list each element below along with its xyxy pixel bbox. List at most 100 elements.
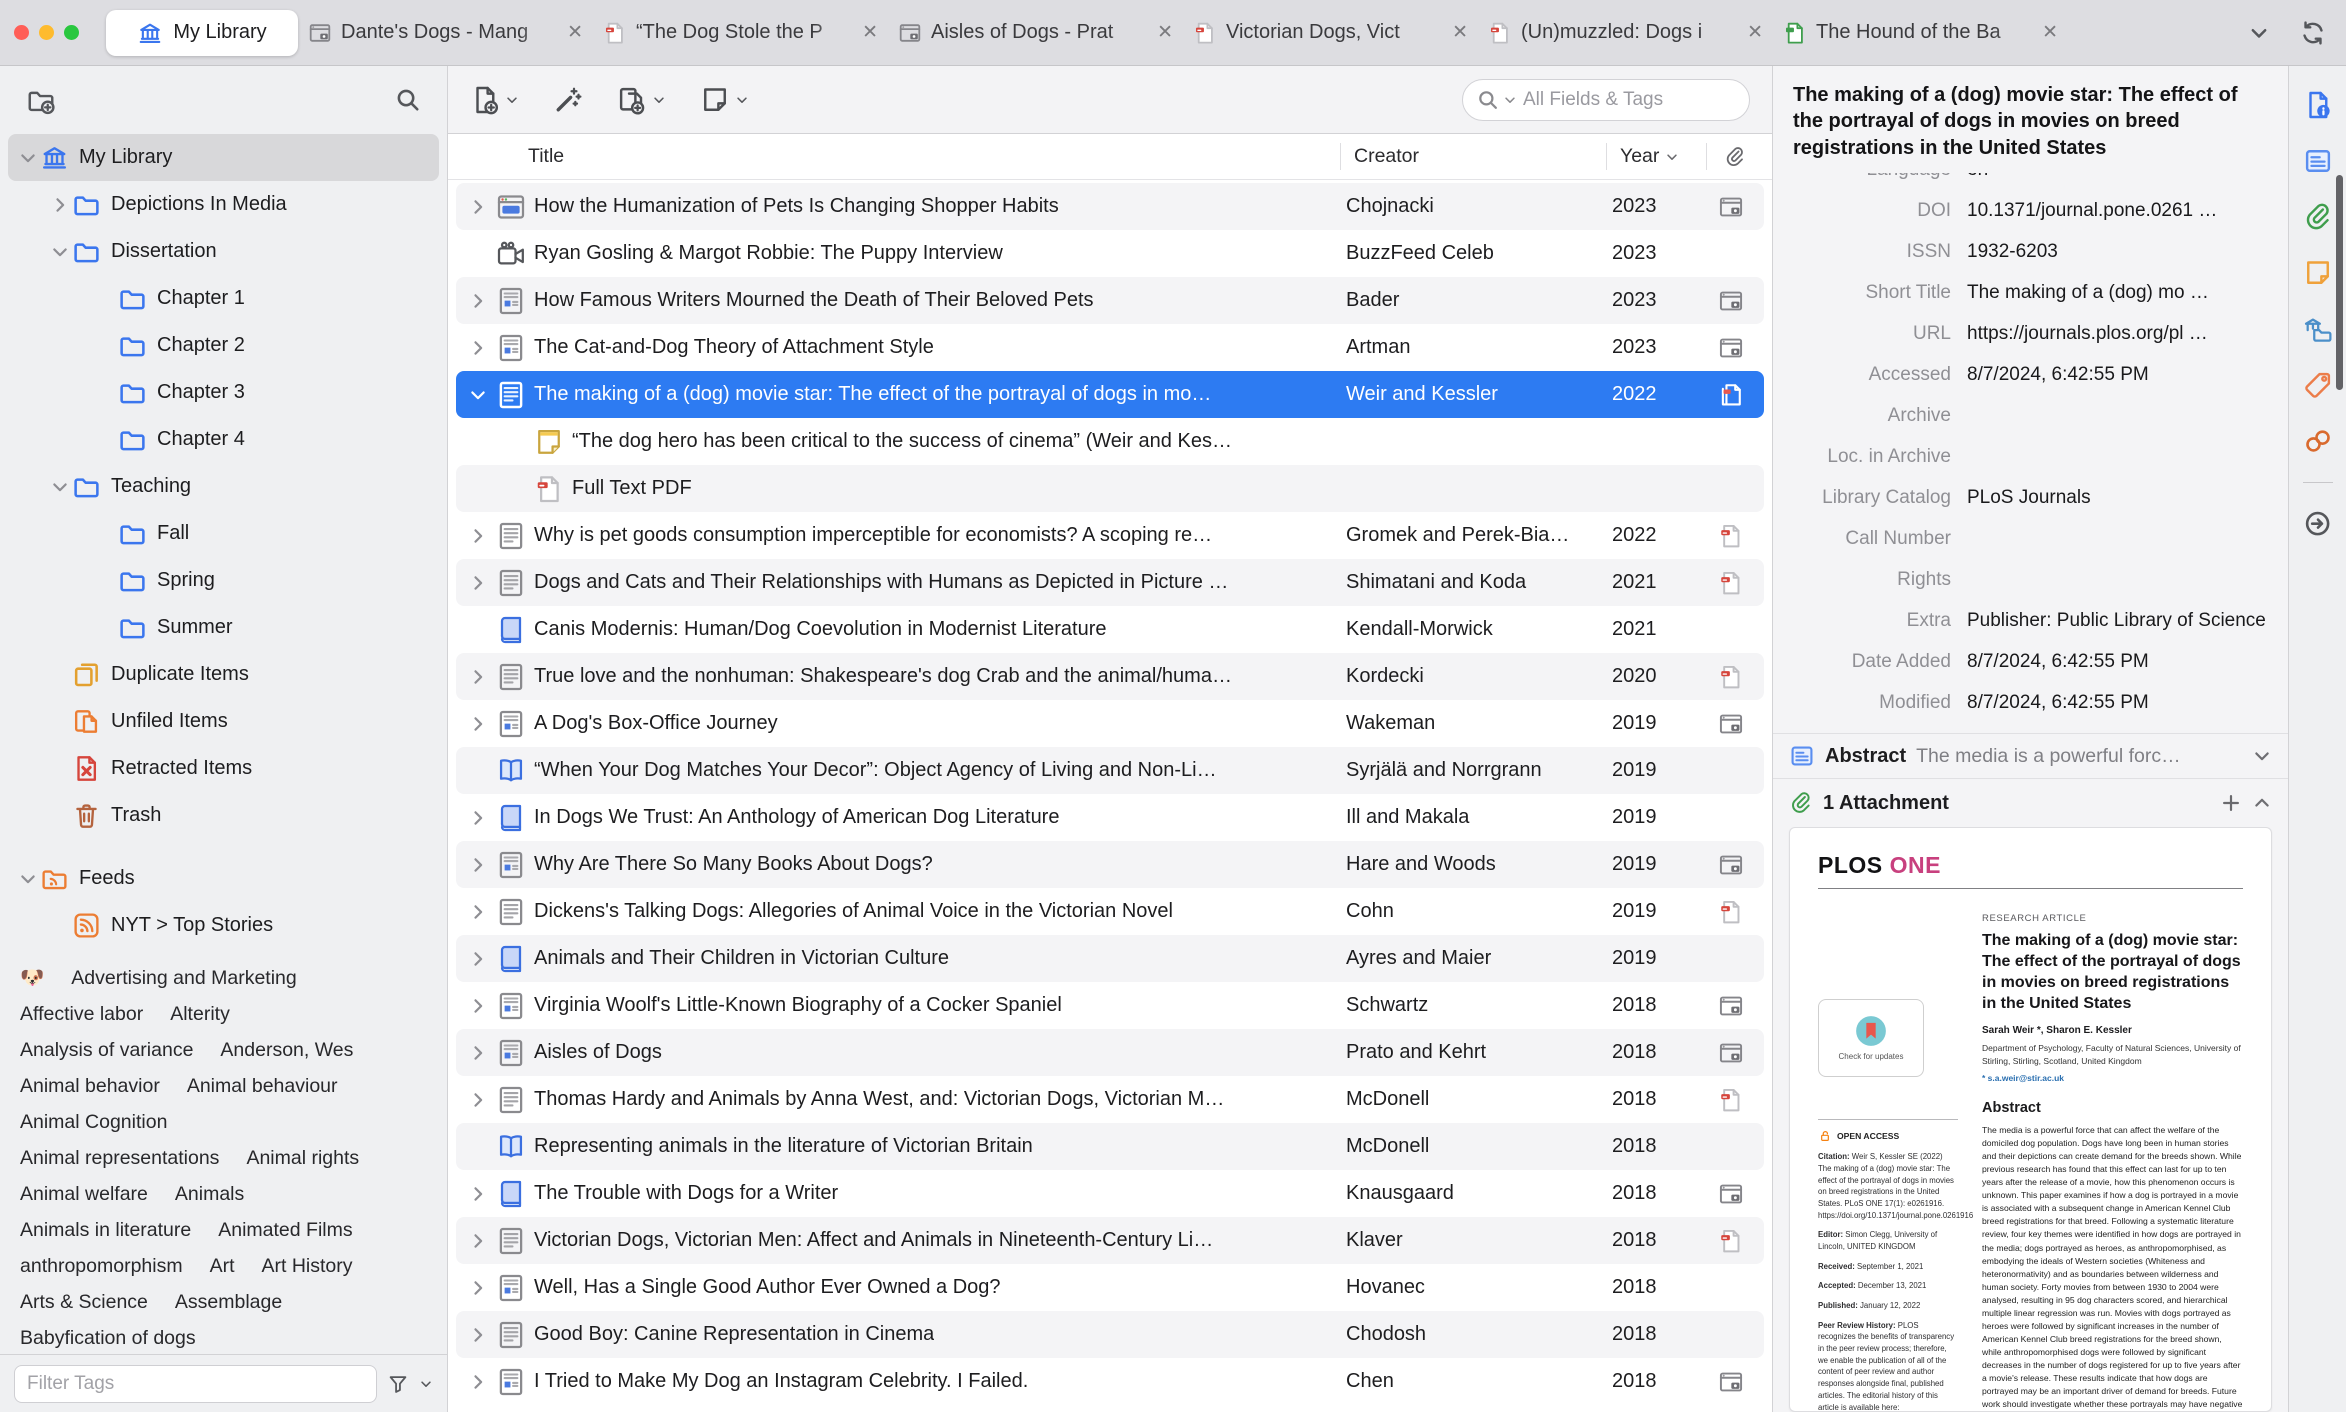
item-row-animals-and-their-children-in-victorian-[interactable]: Animals and Their Children in Victorian … — [456, 935, 1764, 982]
close-tab-icon[interactable]: ✕ — [567, 21, 583, 44]
close-tab-icon[interactable]: ✕ — [1157, 21, 1173, 44]
twisty-icon[interactable] — [468, 1184, 488, 1204]
field-rights[interactable]: Rights — [1773, 559, 2288, 600]
scrollbar-thumb[interactable] — [2336, 175, 2343, 390]
items-search-box[interactable] — [1462, 78, 1750, 121]
zoom-window-button[interactable] — [64, 25, 79, 40]
twisty-icon[interactable] — [468, 338, 488, 358]
twisty-icon[interactable] — [468, 996, 488, 1016]
collection-unfiled-items[interactable]: Unfiled Items — [8, 698, 439, 745]
tag-arts-science[interactable]: Arts & Science — [20, 1291, 148, 1313]
tag-art-history[interactable]: Art History — [262, 1255, 353, 1277]
tag-animal-rights[interactable]: Animal rights — [246, 1147, 359, 1169]
attachments-icon[interactable] — [2303, 202, 2333, 232]
item-row-the-dog-hero-has-been-critical-to-the-su[interactable]: “The dog hero has been critical to the s… — [456, 418, 1764, 465]
field-short-title[interactable]: Short Title The making of a (dog) mo … — [1773, 272, 2288, 313]
twisty-icon[interactable] — [468, 949, 488, 969]
tag-item[interactable]: 🐶 — [20, 967, 44, 989]
item-row-a-dog-s-box-office-journey[interactable]: A Dog's Box-Office Journey Wakeman 2019 — [456, 700, 1764, 747]
filter-icon[interactable] — [387, 1373, 409, 1395]
new-collection-button[interactable] — [26, 85, 56, 115]
field-library-catalog[interactable]: Library Catalog PLoS Journals — [1773, 477, 2288, 518]
collection-feeds[interactable]: Feeds — [8, 855, 439, 902]
sync-icon[interactable] — [2300, 20, 2326, 46]
tag-babyfication-of-dogs[interactable]: Babyfication of dogs — [20, 1327, 196, 1349]
related-icon[interactable] — [2303, 426, 2333, 456]
tag-anderson-wes[interactable]: Anderson, Wes — [220, 1039, 353, 1061]
close-window-button[interactable] — [14, 25, 29, 40]
item-row-the-cat-and-dog-theory-of-attachment-sty[interactable]: The Cat-and-Dog Theory of Attachment Sty… — [456, 324, 1764, 371]
field-date-added[interactable]: Date Added 8/7/2024, 6:42:55 PM — [1773, 641, 2288, 682]
item-row-thomas-hardy-and-animals-by-anna-west-an[interactable]: Thomas Hardy and Animals by Anna West, a… — [456, 1076, 1764, 1123]
filter-tags-input[interactable] — [14, 1364, 377, 1403]
twisty-icon[interactable] — [468, 1231, 488, 1251]
new-attachment-button[interactable] — [617, 85, 666, 115]
column-header-creator[interactable]: Creator — [1340, 134, 1606, 179]
chevron-down-icon[interactable] — [2252, 746, 2272, 766]
tab-dante-s-dogs-mang[interactable]: Dante's Dogs - Mang ✕ — [298, 0, 593, 65]
twisty-icon[interactable] — [468, 197, 488, 217]
tab-the-hound-of-the-ba[interactable]: The Hound of the Ba ✕ — [1773, 0, 2068, 65]
close-tab-icon[interactable]: ✕ — [2042, 21, 2058, 44]
collection-my-library[interactable]: My Library — [8, 134, 439, 181]
new-note-button[interactable] — [700, 85, 749, 115]
tag-animal-behaviour[interactable]: Animal behaviour — [187, 1075, 338, 1097]
item-row-why-is-pet-goods-consumption-imperceptib[interactable]: Why is pet goods consumption imperceptib… — [456, 512, 1764, 559]
tags-icon[interactable] — [2303, 370, 2333, 400]
tag-alterity[interactable]: Alterity — [170, 1003, 230, 1025]
twisty-icon[interactable] — [50, 477, 70, 497]
item-row-true-love-and-the-nonhuman-shakespeare-s[interactable]: True love and the nonhuman: Shakespeare'… — [456, 653, 1764, 700]
field-doi[interactable]: DOI 10.1371/journal.pone.0261 … — [1773, 190, 2288, 231]
tag-animals-in-literature[interactable]: Animals in literature — [20, 1219, 191, 1241]
item-row-dogs-and-cats-and-their-relationships-wi[interactable]: Dogs and Cats and Their Relationships wi… — [456, 559, 1764, 606]
collection-depictions-in-media[interactable]: Depictions In Media — [8, 181, 439, 228]
twisty-icon[interactable] — [468, 1325, 488, 1345]
add-by-identifier-button[interactable] — [553, 85, 583, 115]
tab-my-library[interactable]: My Library — [106, 9, 298, 56]
item-row-aisles-of-dogs[interactable]: Aisles of Dogs Prato and Kehrt 2018 — [456, 1029, 1764, 1076]
item-row-ryan-gosling-margot-robbie-the-puppy-int[interactable]: Ryan Gosling & Margot Robbie: The Puppy … — [456, 230, 1764, 277]
column-header-title[interactable]: Title — [456, 134, 1340, 179]
chevron-down-icon[interactable] — [419, 1377, 433, 1391]
field-loc-in-archive[interactable]: Loc. in Archive — [1773, 436, 2288, 477]
abstract-icon[interactable] — [2303, 146, 2333, 176]
item-row-victorian-dogs-victorian-men-affect-and-[interactable]: Victorian Dogs, Victorian Men: Affect an… — [456, 1217, 1764, 1264]
twisty-icon[interactable] — [468, 573, 488, 593]
tag-analysis-of-variance[interactable]: Analysis of variance — [20, 1039, 193, 1061]
field-archive[interactable]: Archive — [1773, 395, 2288, 436]
item-row-full-text-pdf[interactable]: Full Text PDF — [456, 465, 1764, 512]
tag-animal-welfare[interactable]: Animal welfare — [20, 1183, 148, 1205]
field-url[interactable]: URL https://journals.plos.org/pl … — [1773, 313, 2288, 354]
twisty-icon[interactable] — [468, 1278, 488, 1298]
column-header-attachment[interactable] — [1706, 134, 1764, 179]
item-row-dickens-s-talking-dogs-allegories-of-ani[interactable]: Dickens's Talking Dogs: Allegories of An… — [456, 888, 1764, 935]
field-accessed[interactable]: Accessed 8/7/2024, 6:42:55 PM — [1773, 354, 2288, 395]
collection-chapter-1[interactable]: Chapter 1 — [8, 275, 439, 322]
tag-art[interactable]: Art — [210, 1255, 235, 1277]
tag-anthropomorphism[interactable]: anthropomorphism — [20, 1255, 183, 1277]
twisty-icon[interactable] — [468, 1372, 488, 1392]
tag-animal-representations[interactable]: Animal representations — [20, 1147, 219, 1169]
twisty-icon[interactable] — [468, 714, 488, 734]
chevron-down-icon[interactable] — [1503, 93, 1517, 107]
close-tab-icon[interactable]: ✕ — [1747, 21, 1763, 44]
twisty-icon[interactable] — [468, 855, 488, 875]
tag-affective-labor[interactable]: Affective labor — [20, 1003, 143, 1025]
twisty-icon[interactable] — [18, 869, 38, 889]
field-language[interactable]: Languageen — [1773, 173, 2288, 190]
column-header-year[interactable]: Year — [1606, 134, 1706, 179]
twisty-icon[interactable] — [468, 291, 488, 311]
tag-animal-cognition[interactable]: Animal Cognition — [20, 1111, 167, 1133]
collection-trash[interactable]: Trash — [8, 792, 439, 839]
collection-duplicate-items[interactable]: Duplicate Items — [8, 651, 439, 698]
collection-nyt-top-stories[interactable]: NYT > Top Stories — [8, 902, 439, 949]
collection-chapter-2[interactable]: Chapter 2 — [8, 322, 439, 369]
item-row-good-boy-canine-representation-in-cinema[interactable]: Good Boy: Canine Representation in Cinem… — [456, 1311, 1764, 1358]
collection-retracted-items[interactable]: Retracted Items — [8, 745, 439, 792]
collection-chapter-3[interactable]: Chapter 3 — [8, 369, 439, 416]
collection-dissertation[interactable]: Dissertation — [8, 228, 439, 275]
tag-advertising-and-marketing[interactable]: Advertising and Marketing — [71, 967, 296, 989]
item-row-canis-modernis-human-dog-coevolution-in-[interactable]: Canis Modernis: Human/Dog Coevolution in… — [456, 606, 1764, 653]
collection-chapter-4[interactable]: Chapter 4 — [8, 416, 439, 463]
item-row-how-the-humanization-of-pets-is-changing[interactable]: How the Humanization of Pets Is Changing… — [456, 183, 1764, 230]
